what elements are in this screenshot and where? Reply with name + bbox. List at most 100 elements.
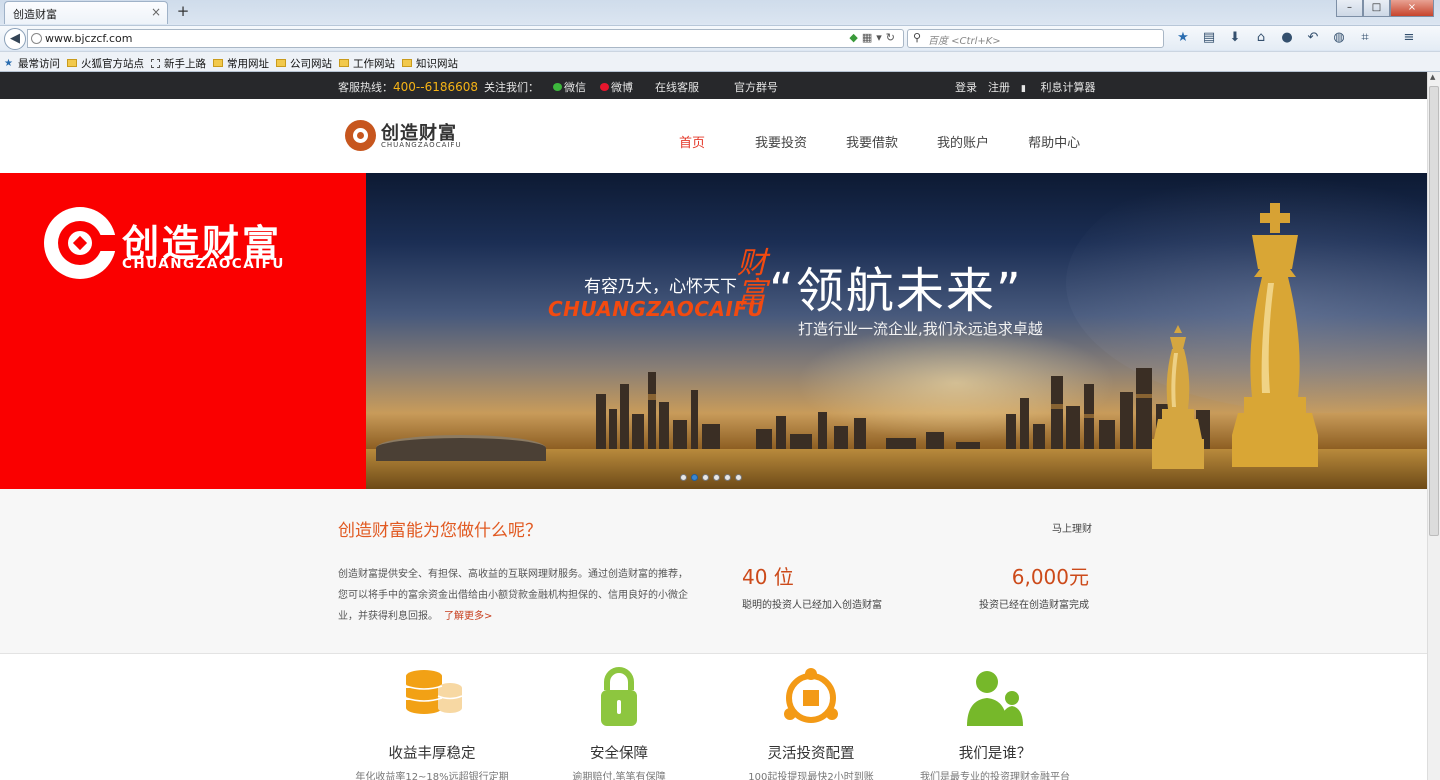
carousel-dot-active[interactable] [691, 474, 698, 481]
scroll-up-icon[interactable]: ▲ [1430, 73, 1435, 81]
banner-logo: 创造财富 CHUANGZAOCAIFU [44, 207, 314, 281]
calculator-link[interactable]: ▮ 利息计算器 [1021, 79, 1106, 95]
carousel-dot[interactable] [724, 474, 731, 481]
address-bar-actions: ◆▦▾↻ [849, 31, 899, 44]
weibo-label: 微博 [611, 81, 634, 94]
topbar-left: 客服热线： 400--6186608 关注我们： 微信 微博 在线客服 官方群号 [338, 79, 778, 95]
magnifier-icon: ⚲ [913, 31, 922, 44]
bookmark-item[interactable]: 新手上路 [151, 55, 206, 71]
nav-borrow[interactable]: 我要借款 [846, 132, 898, 151]
crop-icon[interactable]: ⌗ [1352, 30, 1378, 45]
banner-brand-panel: 创造财富 CHUANGZAOCAIFU [0, 173, 366, 489]
stadium-shape [376, 435, 546, 461]
weibo-link[interactable]: 微博 [600, 79, 633, 95]
site-topbar: 客服热线： 400--6186608 关注我们： 微信 微博 在线客服 官方群号… [0, 72, 1427, 99]
features-section: 收益丰厚稳定 年化收益率12~18%远超银行定期 安全保障 逾期赔付,笔笔有保障 [0, 654, 1427, 780]
page-scrollbar[interactable]: ▲ [1427, 72, 1440, 780]
bookmark-label: 最常访问 [18, 57, 60, 70]
bookmarks-bar: ★ 最常访问 火狐官方站点 新手上路 常用网址 公司网站 工作网站 知识网站 [0, 51, 1440, 72]
web-page: 客服热线： 400--6186608 关注我们： 微信 微博 在线客服 官方群号… [0, 72, 1427, 780]
banner-subline: 打造行业一流企业,我们永远追求卓越 [798, 320, 1043, 338]
logo-mark-icon [345, 120, 376, 151]
banner-slogan-line2: CHUANGZAOCAIFU [548, 297, 765, 321]
nav-help[interactable]: 帮助中心 [1028, 132, 1080, 151]
menu-icon[interactable]: ≡ [1396, 30, 1422, 45]
carousel-dots [680, 474, 746, 481]
bookmark-item[interactable]: 工作网站 [339, 55, 395, 71]
back-button[interactable]: ◀ [4, 28, 26, 50]
login-link[interactable]: 登录 [955, 79, 977, 95]
site-header: 创造财富 CHUANGZAOCAIFU 首页 我要投资 我要借款 我的账户 帮助… [0, 99, 1427, 173]
maximize-button[interactable]: □ [1363, 0, 1390, 17]
feature-title: 灵活投资配置 [767, 746, 855, 762]
bookmark-item[interactable]: 公司网站 [276, 55, 332, 71]
hero-banner[interactable]: 创造财富 CHUANGZAOCAIFU 有容乃大，心怀天下 CHUANGZAOC… [0, 173, 1427, 489]
feature-desc: 逾期赔付,笔笔有保障 [572, 772, 666, 780]
bookmark-item[interactable]: 火狐官方站点 [67, 55, 144, 71]
scrollbar-thumb[interactable] [1429, 86, 1439, 536]
feature-returns[interactable]: 收益丰厚稳定 年化收益率12~18%远超银行定期 [342, 664, 522, 780]
undo-icon[interactable]: ↶ [1300, 30, 1326, 45]
feature-title: 我们是谁？ [958, 746, 1032, 762]
tab-close-icon[interactable]: × [151, 5, 161, 19]
coins-icon [392, 664, 472, 734]
learn-more-link[interactable]: 了解更多> [444, 611, 492, 622]
address-bar[interactable]: www.bjczcf.com ◆▦▾↻ [27, 29, 904, 48]
folder-icon [402, 59, 412, 67]
carousel-dot[interactable] [735, 474, 742, 481]
bookmark-item[interactable]: 常用网址 [213, 55, 269, 71]
download-icon[interactable]: ⬇ [1222, 30, 1248, 45]
shield-icon[interactable]: ◆ [849, 31, 861, 44]
carousel-dot[interactable] [702, 474, 709, 481]
banner-photo: 有容乃大，心怀天下 CHUANGZAOCAIFU 财富 “领航未来” 打造行业一… [366, 173, 1427, 489]
chat-icon[interactable]: ● [1274, 30, 1300, 45]
dropdown-icon[interactable]: ▾ [876, 31, 886, 44]
bookmark-item[interactable]: 知识网站 [402, 55, 458, 71]
star-icon[interactable]: ★ [1170, 30, 1196, 45]
online-service-link[interactable]: 在线客服 [655, 79, 699, 95]
bookmark-label: 新手上路 [164, 57, 206, 70]
window-controls: – □ × [1336, 0, 1434, 17]
carousel-dot[interactable] [680, 474, 687, 481]
minimize-button[interactable]: – [1336, 0, 1363, 17]
invest-now-link[interactable]: 马上理财 [1052, 520, 1092, 535]
main-nav: 首页 我要投资 我要借款 我的账户 帮助中心 [679, 132, 1119, 151]
home-icon[interactable]: ⌂ [1248, 30, 1274, 45]
url-text: www.bjczcf.com [45, 32, 133, 45]
register-link[interactable]: 注册 [988, 79, 1010, 95]
qr-icon[interactable]: ▦ [862, 31, 876, 44]
intro-section: 创造财富能为您做什么呢？ 马上理财 创造财富提供安全、有担保、高收益的互联网理财… [0, 489, 1427, 654]
tab-strip: 创造财富 × + – □ × [0, 0, 1440, 24]
feature-about[interactable]: 我们是谁？ 我们是最专业的投资理财金融平台 [905, 664, 1085, 780]
weixin-label: 微信 [564, 81, 587, 94]
feature-flexible[interactable]: 灵活投资配置 100起投提现最快2小时到账 [721, 664, 901, 780]
intro-body: 创造财富提供安全、有担保、高收益的互联网理财服务。通过创造财富的推荐，您可以将手… [338, 569, 688, 622]
nav-home[interactable]: 首页 [679, 132, 705, 151]
folder-icon [276, 59, 286, 67]
invested-amount-desc: 投资已经在创造财富完成 [979, 600, 1089, 611]
bubble-icon[interactable]: ◍ [1326, 30, 1352, 45]
page-icon [151, 58, 160, 68]
browser-tab[interactable]: 创造财富 × [4, 1, 168, 24]
banner-brand-en: CHUANGZAOCAIFU [122, 256, 285, 272]
feature-desc: 我们是最专业的投资理财金融平台 [920, 772, 1070, 780]
site-logo[interactable]: 创造财富 CHUANGZAOCAIFU [345, 119, 485, 155]
browser-tools: ★ ▤ ⬇ ⌂ ● ↶ ◍ ⌗ ≡ [1170, 30, 1422, 45]
reader-icon[interactable]: ▤ [1196, 30, 1222, 45]
nav-invest[interactable]: 我要投资 [755, 132, 807, 151]
intro-heading: 创造财富能为您做什么呢？ [338, 521, 542, 541]
new-tab-button[interactable]: + [174, 3, 192, 21]
intro-paragraph: 创造财富提供安全、有担保、高收益的互联网理财服务。通过创造财富的推荐，您可以将手… [338, 564, 688, 627]
nav-account[interactable]: 我的账户 [937, 132, 989, 151]
folder-icon [339, 59, 349, 67]
weixin-link[interactable]: 微信 [553, 79, 586, 95]
bookmark-item[interactable]: ★ 最常访问 [4, 55, 60, 71]
reload-icon[interactable]: ↻ [886, 31, 899, 44]
feature-security[interactable]: 安全保障 逾期赔付,笔笔有保障 [529, 664, 709, 780]
official-group-link[interactable]: 官方群号 [734, 79, 778, 95]
star-icon: ★ [4, 57, 13, 69]
search-box[interactable]: ⚲ 百度 <Ctrl+K> [907, 29, 1164, 48]
close-window-button[interactable]: × [1390, 0, 1434, 17]
carousel-dot[interactable] [713, 474, 720, 481]
hotline-number: 400--6186608 [393, 80, 479, 94]
